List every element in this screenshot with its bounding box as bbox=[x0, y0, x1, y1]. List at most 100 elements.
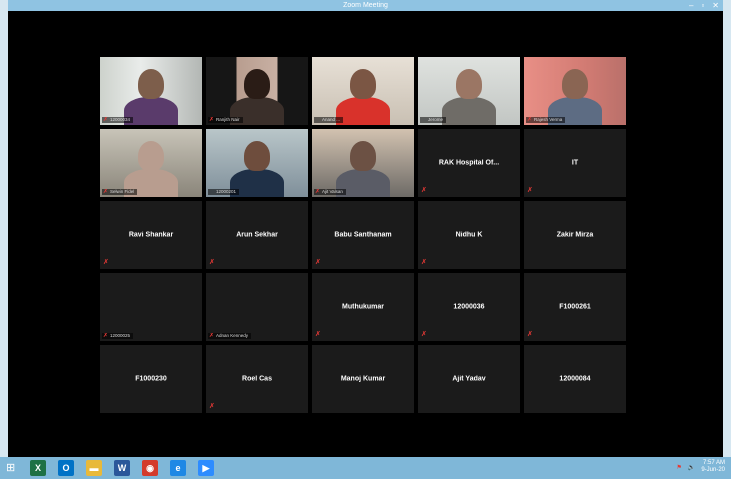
muted-mic-icon: ✗ bbox=[421, 187, 427, 194]
participant-tile[interactable]: ✗ Ajit Valsan bbox=[312, 129, 414, 197]
participant-name-label: Anand ... bbox=[314, 117, 344, 123]
participant-name: Zakir Mirza bbox=[556, 231, 594, 239]
participant-tile[interactable]: Babu Santhanam ✗ bbox=[312, 201, 414, 269]
participant-video bbox=[206, 57, 308, 125]
participant-tile[interactable]: Nidhu K ✗ bbox=[418, 201, 520, 269]
participant-head bbox=[456, 69, 482, 99]
flag-icon[interactable]: ⚑ bbox=[676, 464, 681, 471]
muted-mic-icon: ✗ bbox=[421, 259, 427, 266]
participant-name: F1000261 bbox=[559, 303, 591, 311]
participant-tile[interactable]: Ajit Yadav bbox=[418, 345, 520, 413]
participant-video bbox=[524, 57, 626, 125]
muted-mic-icon: ✗ bbox=[103, 189, 109, 195]
participant-tile[interactable]: ✗ Rajesh Verma bbox=[524, 57, 626, 125]
participant-name-label: ✗ Ranjith Nair bbox=[208, 117, 243, 123]
participant-video bbox=[418, 57, 520, 125]
muted-mic-icon: ✗ bbox=[209, 333, 215, 339]
participant-name: 12000201 bbox=[216, 189, 237, 194]
muted-mic-icon: ✗ bbox=[209, 259, 215, 266]
close-button[interactable]: ✕ bbox=[712, 0, 719, 11]
minimize-button[interactable]: – bbox=[689, 0, 693, 11]
system-tray: ⚑ 🔈 7:57 AM 9-Jun-20 bbox=[676, 460, 725, 474]
participant-name: RAK Hospital Of... bbox=[438, 159, 500, 167]
participant-name: F1000230 bbox=[135, 375, 167, 383]
internet-explorer-icon[interactable]: e bbox=[170, 460, 186, 476]
muted-mic-icon: ✗ bbox=[315, 189, 321, 195]
participant-body bbox=[336, 97, 390, 125]
gallery-grid: ✗ 12000034 ✗ Ranjith Nair Anand ... Jerome ✗ Ra… bbox=[100, 57, 626, 413]
participant-name: Adnan Kennedy bbox=[216, 333, 249, 338]
participant-video bbox=[100, 129, 202, 197]
participant-name: Ravi Shankar bbox=[128, 231, 174, 239]
participant-tile[interactable]: 12000036 ✗ bbox=[418, 273, 520, 341]
speaker-icon[interactable]: 🔈 bbox=[688, 464, 695, 471]
window-titlebar[interactable]: Zoom Meeting – ▫ ✕ bbox=[8, 0, 723, 11]
taskbar-clock[interactable]: 7:57 AM 9-Jun-20 bbox=[701, 460, 725, 474]
participant-tile[interactable]: Jerome bbox=[418, 57, 520, 125]
participant-tile[interactable]: Roel Cas ✗ bbox=[206, 345, 308, 413]
word-icon[interactable]: W bbox=[114, 460, 130, 476]
participant-tile[interactable]: Zakir Mirza bbox=[524, 201, 626, 269]
participant-tile[interactable]: F1000230 bbox=[100, 345, 202, 413]
file-explorer-icon[interactable]: ▬ bbox=[86, 460, 102, 476]
participant-tile[interactable]: IT ✗ bbox=[524, 129, 626, 197]
chrome-icon[interactable]: ◉ bbox=[142, 460, 158, 476]
participant-tile[interactable]: Manoj Kumar bbox=[312, 345, 414, 413]
muted-mic-icon: ✗ bbox=[103, 333, 109, 339]
participant-name-label: ✗ Adnan Kennedy bbox=[208, 333, 252, 339]
participant-tile[interactable]: 12000084 bbox=[524, 345, 626, 413]
maximize-button[interactable]: ▫ bbox=[701, 0, 704, 11]
windows-taskbar: ⊞ X O ▬ W ◉ e ▶ ⚑ 🔈 7:57 AM 9-Jun-20 bbox=[0, 457, 731, 479]
participant-video bbox=[312, 57, 414, 125]
muted-mic-icon: ✗ bbox=[209, 117, 215, 123]
muted-mic-icon: ✗ bbox=[315, 259, 321, 266]
participant-name: Anand ... bbox=[322, 117, 341, 122]
participant-tile[interactable]: 12000201 bbox=[206, 129, 308, 197]
meeting-view: ✗ 12000034 ✗ Ranjith Nair Anand ... Jerome ✗ Ra… bbox=[8, 11, 723, 457]
muted-mic-icon: ✗ bbox=[315, 331, 321, 338]
windows-start-icon[interactable]: ⊞ bbox=[6, 462, 18, 474]
participant-tile[interactable]: F1000261 ✗ bbox=[524, 273, 626, 341]
participant-name: Ajit Valsan bbox=[322, 189, 343, 194]
outlook-icon[interactable]: O bbox=[58, 460, 74, 476]
participant-name: Ranjith Nair bbox=[216, 117, 240, 122]
window-controls: – ▫ ✕ bbox=[689, 0, 719, 11]
participant-tile[interactable]: ✗ 12000025 bbox=[100, 273, 202, 341]
participant-name: Roel Cas bbox=[242, 375, 272, 383]
participant-name: Arun Sekhar bbox=[236, 231, 278, 239]
participant-tile[interactable]: ✗ 12000034 bbox=[100, 57, 202, 125]
participant-tile[interactable]: ✗ Adnan Kennedy bbox=[206, 273, 308, 341]
participant-name: Babu Santhanam bbox=[334, 231, 392, 239]
participant-tile[interactable]: Ravi Shankar ✗ bbox=[100, 201, 202, 269]
participant-head bbox=[562, 69, 588, 99]
participant-head bbox=[138, 69, 164, 99]
participant-name-label: 12000201 bbox=[208, 189, 240, 195]
participant-head bbox=[244, 141, 270, 171]
clock-date: 9-Jun-20 bbox=[701, 467, 725, 473]
participant-tile[interactable]: Arun Sekhar ✗ bbox=[206, 201, 308, 269]
participant-name: IT bbox=[571, 159, 579, 167]
participant-name-label: ✗ 12000034 bbox=[102, 117, 134, 123]
participant-tile[interactable]: ✗ Ranjith Nair bbox=[206, 57, 308, 125]
participant-tile[interactable]: Anand ... bbox=[312, 57, 414, 125]
participant-name-label: ✗ Rajesh Verma bbox=[526, 117, 566, 123]
participant-name: 12000034 bbox=[110, 117, 131, 122]
muted-mic-icon: ✗ bbox=[421, 331, 427, 338]
muted-mic-icon: ✗ bbox=[527, 187, 533, 194]
participant-name: 12000025 bbox=[110, 333, 131, 338]
participant-body bbox=[442, 97, 496, 125]
participant-name-label: ✗ Selwin Fidel bbox=[102, 189, 138, 195]
participant-tile[interactable]: Muthukumar ✗ bbox=[312, 273, 414, 341]
participant-head bbox=[350, 69, 376, 99]
participant-name: Rajesh Verma bbox=[534, 117, 563, 122]
taskbar-apps: X O ▬ W ◉ e ▶ bbox=[18, 460, 214, 476]
participant-video bbox=[206, 129, 308, 197]
participant-tile[interactable]: RAK Hospital Of... ✗ bbox=[418, 129, 520, 197]
participant-name: Jerome bbox=[428, 117, 444, 122]
window-title: Zoom Meeting bbox=[343, 2, 388, 9]
zoom-icon[interactable]: ▶ bbox=[198, 460, 214, 476]
participant-tile[interactable]: ✗ Selwin Fidel bbox=[100, 129, 202, 197]
muted-mic-icon: ✗ bbox=[209, 403, 215, 410]
excel-icon[interactable]: X bbox=[30, 460, 46, 476]
participant-video bbox=[312, 129, 414, 197]
